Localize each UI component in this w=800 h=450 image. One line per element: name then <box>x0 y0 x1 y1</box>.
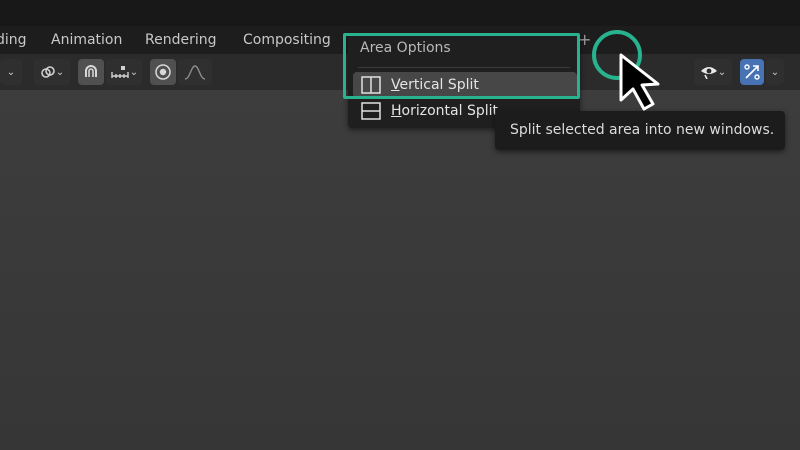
tooltip: Split selected area into new windows. <box>495 111 785 150</box>
link-dropdown[interactable]: ⌄ <box>34 59 70 85</box>
gizmo-toggle[interactable] <box>740 59 764 85</box>
horizontal-split-icon <box>361 102 381 120</box>
tab-animation[interactable]: Animation <box>51 26 122 54</box>
snap-target-dropdown[interactable]: ⌄ <box>106 59 142 85</box>
mouse-cursor-icon <box>619 53 660 111</box>
visibility-icon <box>700 67 717 79</box>
transform-pivot-dropdown[interactable]: ⌄ <box>0 59 22 85</box>
snap-icon <box>85 65 97 77</box>
proportional-edit-toggle[interactable] <box>150 59 176 85</box>
chevron-down-icon: ⌄ <box>129 66 139 78</box>
tab-shading[interactable]: ding <box>0 26 27 54</box>
falloff-curve-icon <box>184 65 206 80</box>
chevron-down-icon: ⌄ <box>55 66 65 78</box>
chevron-down-icon: ⌄ <box>6 66 16 78</box>
menu-item-label: Horizontal Split <box>391 103 498 119</box>
proportional-edit-icon <box>155 64 171 80</box>
tab-compositing[interactable]: Compositing <box>243 26 331 54</box>
snap-increment-icon <box>111 66 129 78</box>
visibility-dropdown[interactable]: ⌄ <box>694 59 732 85</box>
annotation-highlight-box <box>343 33 580 99</box>
gizmo-dropdown[interactable]: ⌄ <box>766 59 784 85</box>
tab-rendering[interactable]: Rendering <box>145 26 217 54</box>
gizmo-icon <box>744 64 760 80</box>
chevron-down-icon: ⌄ <box>770 66 780 78</box>
link-icon <box>40 66 55 78</box>
snap-toggle[interactable] <box>78 59 104 85</box>
falloff-dropdown[interactable] <box>178 59 212 85</box>
chevron-down-icon: ⌄ <box>717 66 727 78</box>
add-workspace-button[interactable]: + <box>578 26 591 54</box>
title-strip <box>0 0 800 26</box>
